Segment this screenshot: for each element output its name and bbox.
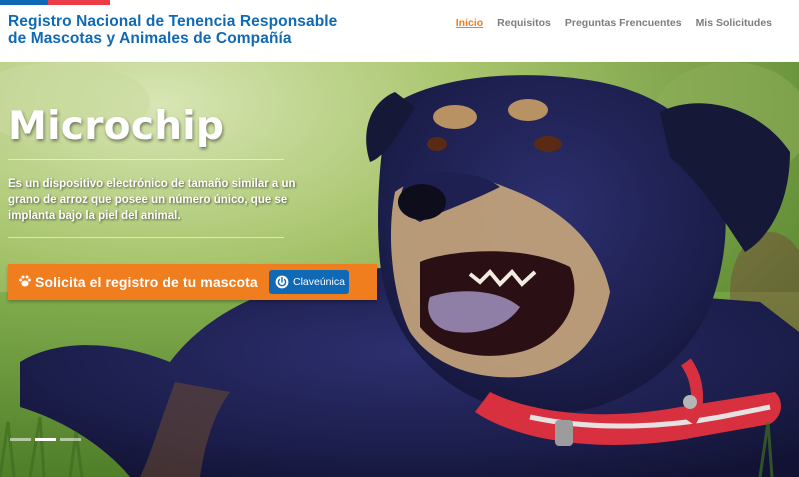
nav-item-preguntas-frecuentes[interactable]: Preguntas Frencuentes bbox=[565, 17, 682, 29]
hero-slider: Microchip Es un dispositivo electrónico … bbox=[0, 62, 799, 477]
site-title-line1: Registro Nacional de Tenencia Responsabl… bbox=[8, 13, 338, 30]
slider-indicators bbox=[10, 438, 81, 441]
slider-dot-3[interactable] bbox=[60, 438, 81, 441]
main-nav: Inicio Requisitos Preguntas Frencuentes … bbox=[442, 17, 772, 29]
flag-strip-blue bbox=[0, 0, 48, 5]
slider-dot-1[interactable] bbox=[10, 438, 31, 441]
register-pet-label: Solicita el registro de tu mascota bbox=[35, 274, 258, 290]
paw-icon bbox=[19, 275, 31, 287]
claveunica-label: Claveúnica bbox=[293, 276, 345, 288]
nav-item-inicio[interactable]: Inicio bbox=[456, 17, 483, 29]
site-title-line2: de Mascotas y Animales de Compañía bbox=[8, 30, 292, 47]
nav-item-mis-solicitudes[interactable]: Mis Solicitudes bbox=[696, 17, 772, 29]
hero-description: Es un dispositivo electrónico de tamaño … bbox=[8, 178, 296, 222]
site-title[interactable]: Registro Nacional de Tenencia Responsabl… bbox=[8, 13, 337, 47]
claveunica-button[interactable]: Claveúnica bbox=[269, 270, 349, 294]
slider-dot-2[interactable] bbox=[35, 438, 56, 441]
hero-divider-top bbox=[8, 159, 284, 160]
flag-strip bbox=[0, 0, 110, 5]
hero-heading: Microchip bbox=[8, 104, 225, 149]
nav-item-requisitos[interactable]: Requisitos bbox=[497, 17, 551, 29]
power-icon bbox=[275, 275, 289, 289]
hero-divider-bottom bbox=[8, 237, 284, 238]
site-header: Registro Nacional de Tenencia Responsabl… bbox=[0, 0, 799, 62]
register-pet-button[interactable]: Solicita el registro de tu mascota Clave… bbox=[8, 264, 377, 300]
flag-strip-red bbox=[48, 0, 110, 5]
